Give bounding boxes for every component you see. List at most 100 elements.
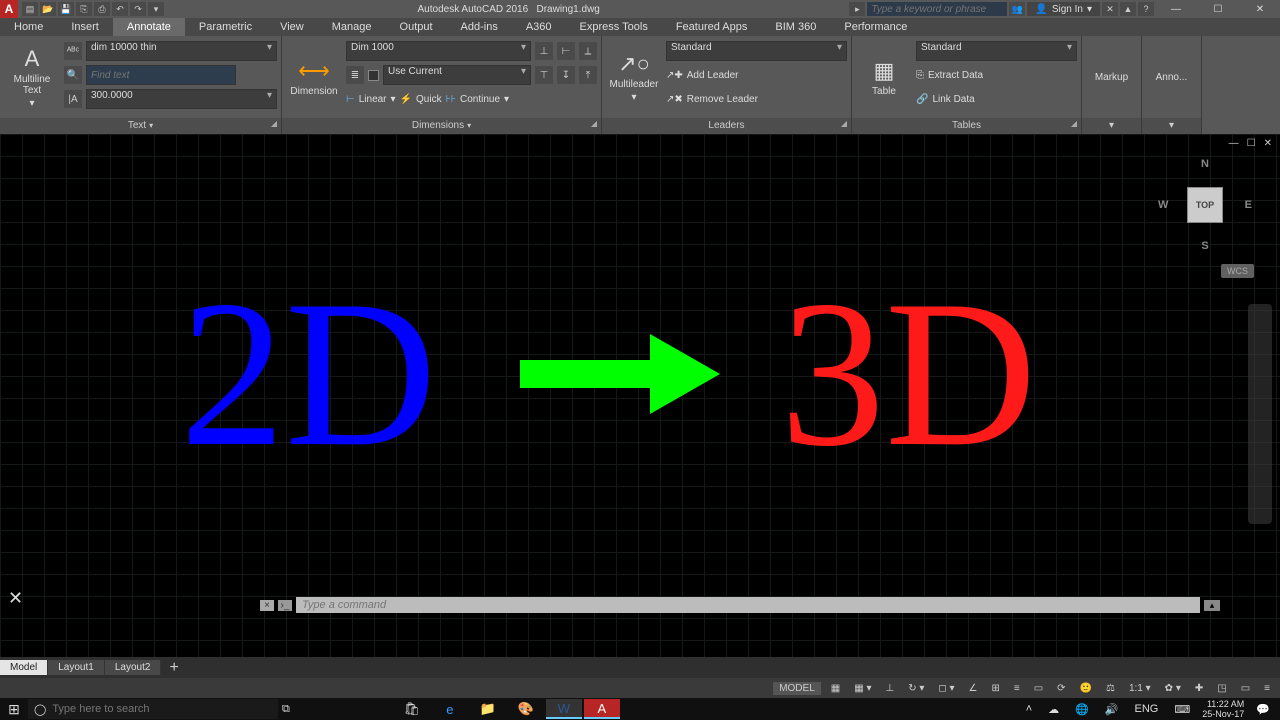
- status-model[interactable]: MODEL: [773, 682, 821, 695]
- markup-panel[interactable]: Markup: [1086, 40, 1137, 114]
- status-tsp-icon[interactable]: ▭: [1030, 683, 1047, 694]
- cmd-history-icon[interactable]: ›_: [278, 600, 292, 611]
- dim-tool3-icon[interactable]: ⟂: [579, 42, 597, 60]
- status-snap-icon[interactable]: ▦ ▾: [850, 683, 875, 694]
- drawing-canvas[interactable]: — ☐ ✕ TOP N S E W WCS 2D 3D ✕ × ›_ ▴: [0, 134, 1280, 657]
- taskview-icon[interactable]: ⧉: [278, 703, 294, 716]
- menu-tab-output[interactable]: Output: [386, 18, 447, 36]
- view-cube[interactable]: TOP N S E W: [1160, 160, 1250, 250]
- keyword-search-input[interactable]: [867, 2, 1007, 16]
- tray-vol-icon[interactable]: 🔊: [1101, 703, 1123, 716]
- dim-style-dropdown[interactable]: Dim 1000: [346, 41, 531, 61]
- tray-cloud-icon[interactable]: ☁: [1044, 703, 1063, 716]
- tray-kbd-icon[interactable]: ⌨: [1170, 703, 1194, 716]
- menu-tab-a360[interactable]: A360: [512, 18, 566, 36]
- status-ann-icon[interactable]: 🙂: [1076, 683, 1096, 694]
- continue-button[interactable]: ⊦⊦Continue ▾: [446, 94, 509, 105]
- status-gear-icon[interactable]: ✿ ▾: [1161, 683, 1185, 694]
- cmd-close-icon[interactable]: ×: [260, 600, 274, 611]
- signin-button[interactable]: 👤 Sign In ▾: [1027, 2, 1100, 16]
- tray-lang[interactable]: ENG: [1131, 703, 1163, 715]
- dimension-button[interactable]: ⟷ Dimension: [286, 40, 342, 114]
- taskbar-paint-icon[interactable]: 🎨: [508, 699, 544, 719]
- viewcube-w[interactable]: W: [1158, 199, 1168, 211]
- remove-leader-button[interactable]: ↗✖Remove Leader: [666, 88, 847, 110]
- menu-tab-view[interactable]: View: [266, 18, 318, 36]
- qat-dropdown-icon[interactable]: ▾: [148, 2, 164, 16]
- quick-button[interactable]: ⚡Quick: [400, 94, 442, 105]
- taskbar-store-icon[interactable]: 🛍: [394, 699, 430, 719]
- text-height-dropdown[interactable]: 300.0000: [86, 89, 277, 109]
- status-osnap-icon[interactable]: ◻ ▾: [934, 683, 958, 694]
- start-button[interactable]: ⊞: [0, 701, 28, 718]
- panel-text-title[interactable]: Text▾◢: [0, 118, 281, 134]
- link-data-button[interactable]: 🔗Link Data: [916, 88, 1077, 110]
- window-minimize-button[interactable]: —: [1156, 4, 1196, 15]
- layout-tab-layout1[interactable]: Layout1: [48, 660, 105, 675]
- status-annscale-icon[interactable]: ⚖: [1102, 683, 1119, 694]
- taskbar-edge-icon[interactable]: e: [432, 699, 468, 719]
- viewcube-top[interactable]: TOP: [1187, 187, 1223, 223]
- status-clean-icon[interactable]: ▭: [1237, 683, 1254, 694]
- text-style-dropdown[interactable]: dim 10000 thin: [86, 41, 277, 61]
- help-icon[interactable]: ?: [1138, 2, 1154, 16]
- menu-tab-annotate[interactable]: Annotate: [113, 18, 185, 36]
- menu-tab-performance[interactable]: Performance: [830, 18, 921, 36]
- navigation-bar[interactable]: [1248, 304, 1272, 524]
- taskbar-search-input[interactable]: [52, 703, 252, 715]
- table-button[interactable]: ▦ Table: [856, 40, 912, 114]
- status-cycle-icon[interactable]: ⟳: [1053, 683, 1069, 694]
- layout-tab-layout2[interactable]: Layout2: [105, 660, 162, 675]
- dim-tool4-icon[interactable]: ⊤: [535, 66, 553, 84]
- status-grid-icon[interactable]: ▦: [827, 683, 844, 694]
- panel-tables-title[interactable]: Tables◢: [852, 118, 1081, 134]
- leader-style-dropdown[interactable]: Standard: [666, 41, 847, 61]
- panel-markup-expand[interactable]: ▾: [1082, 118, 1141, 134]
- status-dyn-icon[interactable]: ⊞: [987, 683, 1003, 694]
- viewcube-s[interactable]: S: [1201, 240, 1208, 252]
- viewport-min-icon[interactable]: —: [1227, 138, 1241, 149]
- exchange-icon[interactable]: ✕: [1102, 2, 1118, 16]
- panel-leaders-title[interactable]: Leaders◢: [602, 118, 851, 134]
- status-max-icon[interactable]: ✚: [1191, 683, 1207, 694]
- taskbar-search[interactable]: ◯: [28, 699, 278, 719]
- status-iso-icon[interactable]: ◳: [1213, 683, 1230, 694]
- qat-new-icon[interactable]: ▤: [22, 2, 38, 16]
- infocenter-icon[interactable]: 👥: [1009, 2, 1025, 16]
- taskbar-explorer-icon[interactable]: 📁: [470, 699, 506, 719]
- tray-up-icon[interactable]: ˄: [1022, 703, 1036, 715]
- qat-saveas-icon[interactable]: ⎘: [76, 2, 92, 16]
- menu-tab-express-tools[interactable]: Express Tools: [566, 18, 662, 36]
- search-arrow-icon[interactable]: ▸: [849, 2, 865, 16]
- command-input[interactable]: [296, 597, 1200, 613]
- dim-tool5-icon[interactable]: ↧: [557, 66, 575, 84]
- tray-notify-icon[interactable]: 💬: [1252, 703, 1274, 716]
- window-maximize-button[interactable]: ☐: [1198, 4, 1238, 15]
- menu-tab-parametric[interactable]: Parametric: [185, 18, 266, 36]
- qat-save-icon[interactable]: 💾: [58, 2, 74, 16]
- qat-undo-icon[interactable]: ↶: [112, 2, 128, 16]
- status-ortho-icon[interactable]: ⊥: [881, 683, 898, 694]
- qat-print-icon[interactable]: ⎙: [94, 2, 110, 16]
- viewport-max-icon[interactable]: ☐: [1245, 138, 1258, 149]
- menu-tab-insert[interactable]: Insert: [57, 18, 113, 36]
- dim-tool2-icon[interactable]: ⊢: [557, 42, 575, 60]
- layout-tab-model[interactable]: Model: [0, 660, 48, 675]
- status-scale[interactable]: 1:1 ▾: [1125, 683, 1155, 694]
- dim-tool1-icon[interactable]: ⊥: [535, 42, 553, 60]
- extract-data-button[interactable]: ⎘Extract Data: [916, 64, 1077, 86]
- table-style-dropdown[interactable]: Standard: [916, 41, 1077, 61]
- linear-button[interactable]: ⊢Linear ▾: [346, 94, 396, 105]
- taskbar-word-icon[interactable]: W: [546, 699, 582, 719]
- use-current-checkbox[interactable]: [368, 70, 379, 81]
- menu-tab-bim-360[interactable]: BIM 360: [761, 18, 830, 36]
- app-logo[interactable]: A: [0, 0, 18, 18]
- wcs-badge[interactable]: WCS: [1221, 264, 1254, 278]
- dim-tool6-icon[interactable]: ⤒: [579, 66, 597, 84]
- add-layout-button[interactable]: +: [161, 657, 186, 679]
- menu-tab-add-ins[interactable]: Add-ins: [447, 18, 512, 36]
- taskbar-autocad-icon[interactable]: A: [584, 699, 620, 719]
- status-polar-icon[interactable]: ↻ ▾: [904, 683, 928, 694]
- menu-tab-home[interactable]: Home: [0, 18, 57, 36]
- tray-net-icon[interactable]: 🌐: [1071, 703, 1093, 716]
